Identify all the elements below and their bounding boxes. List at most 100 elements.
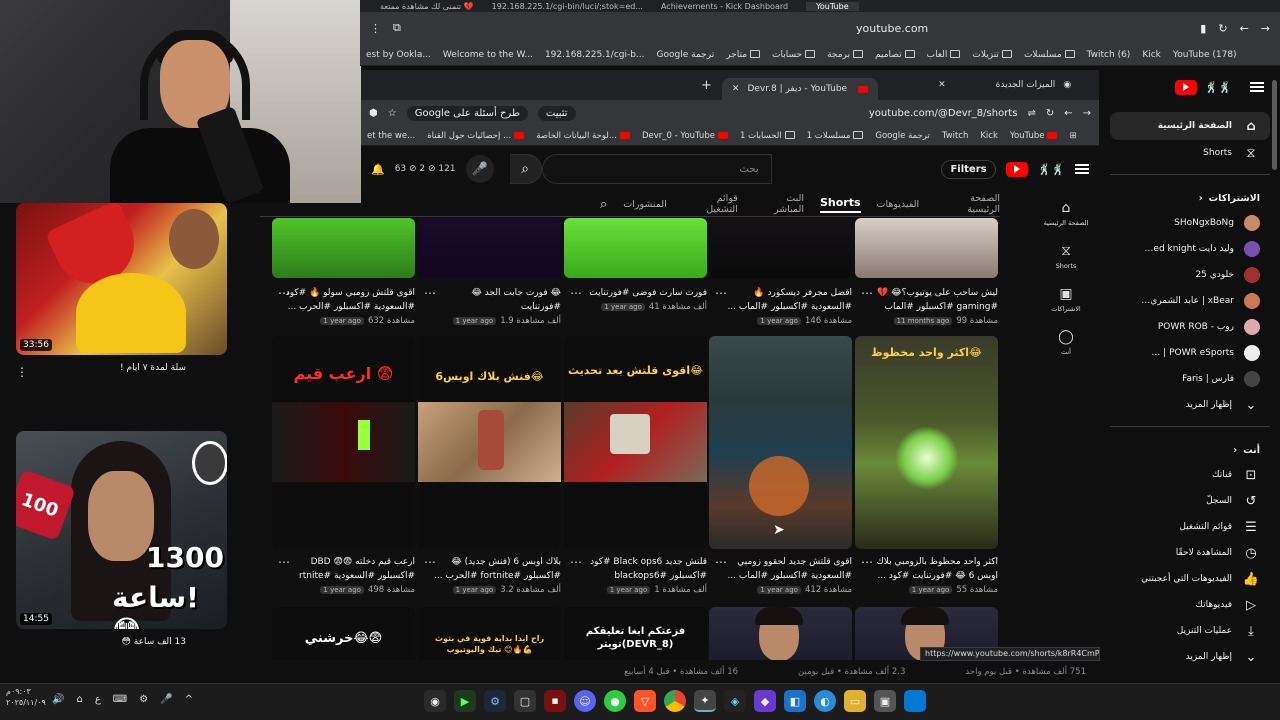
tab-live[interactable]: البث المباشر [754, 193, 804, 215]
bookmark-folder[interactable]: العاب [927, 50, 961, 60]
short-title[interactable]: فورت سارت فوضى #فورتنايت [564, 286, 707, 300]
discord-icon[interactable]: ☺ [574, 690, 596, 712]
bookmark-item[interactable]: Kick [980, 131, 998, 141]
search-input[interactable]: بحث [541, 154, 772, 184]
extensions-icon[interactable]: ⧉ [393, 21, 401, 35]
short-thumbnail[interactable]: ارعب قيم 😨 [272, 336, 415, 549]
short-title[interactable]: بلاك اوبس 6 (فنش جديد) 😂 [418, 555, 561, 569]
network-icon[interactable]: ⌂ [76, 694, 82, 705]
close-icon[interactable]: ✕ [938, 80, 946, 90]
tune-icon[interactable]: ⇌ [1027, 108, 1035, 119]
short-title[interactable]: اقوى قلتش جديد لحقوو زومبي [709, 555, 852, 569]
short-title[interactable]: 😂 فورت جابت الجد 😂 [418, 286, 561, 300]
short-title[interactable]: اوبس 6 😂 #فورتنايت #كود ... [855, 569, 998, 583]
bookmark-item[interactable]: Google ترجمة [657, 50, 715, 60]
short-item[interactable]: فزعتكم ابغا تعليقكم تويتر(DEVR_8) [564, 607, 707, 660]
app-icon[interactable]: ■ [544, 690, 566, 712]
bookmark-folder[interactable]: برمجة [827, 50, 864, 60]
short-item[interactable]: راح ابدا بداية قوية في بثوث تيك واليوتيو… [418, 607, 561, 660]
tab-shorts[interactable]: Shorts [819, 196, 861, 213]
bookmark-folder[interactable]: متاجر [726, 50, 761, 60]
outer-address-bar[interactable]: youtube.com [413, 22, 1188, 35]
youtube-logo-icon[interactable] [1174, 79, 1197, 95]
sidebar-item-liked[interactable]: 👍 الفيديوهات التي أعجبتني [1110, 566, 1270, 592]
sidebar-item-shorts[interactable]: ⧖ Shorts [1110, 140, 1270, 166]
short-item[interactable]: ⋯ اقوى قلتش زومبي سولو 🔥 #كود #السعودية … [272, 218, 415, 326]
sidebar-item-home[interactable]: ⌂ الصفحة الرئيسية [1110, 112, 1270, 140]
rail-item-shorts[interactable]: ⧖ Shorts [1056, 243, 1077, 270]
bookmark-item[interactable]: Twitch (6) [1087, 50, 1131, 60]
subscriptions-header[interactable]: الاشتراكات ‹ [1110, 183, 1270, 210]
tab-playlists[interactable]: قوائم التشغيل [683, 193, 738, 215]
video-thumbnail[interactable]: 100 1300 ساعة!😳 14:55 [16, 431, 227, 629]
bookmark-folder[interactable]: تنزيلات [972, 50, 1012, 60]
more-options-icon[interactable]: ⋯ [424, 555, 436, 569]
subscription-item[interactable]: خلودي 25 [1110, 262, 1270, 288]
short-thumbnail[interactable]: اقوى قلتش بعد تحديث😂 [564, 336, 707, 549]
app-icon[interactable]: ✦ [694, 690, 716, 712]
settings-icon[interactable]: ⚙ [139, 694, 148, 705]
app-icon[interactable]: ● [604, 690, 626, 712]
bookmark-item[interactable]: Kick [1142, 50, 1161, 60]
subscription-item[interactable]: فارس | Faris [1110, 366, 1270, 392]
bookmark-icon[interactable]: ▮ [1200, 22, 1206, 35]
clock[interactable]: ٠٩:٠٣م ٢٠٢٥/١١/٠٩ [6, 686, 46, 708]
bookmark-folder[interactable]: مسلسلات 1 [807, 131, 864, 141]
short-title[interactable]: #فورتنايت [418, 300, 561, 314]
video-title[interactable]: 13 الف ساعة 😳 [16, 637, 226, 647]
short-thumbnail[interactable]: خرشني😂😨 [272, 607, 415, 660]
file-explorer-icon[interactable]: ▭ [844, 690, 866, 712]
sidebar-item-downloads[interactable]: ⤓ عمليات التنزيل [1110, 618, 1270, 644]
rail-item-home[interactable]: ⌂ الصفحة الرئيسية [1044, 200, 1089, 227]
tab-videos[interactable]: الفيديوهات [877, 199, 920, 210]
new-tab-icon[interactable]: + [701, 78, 712, 93]
mic-icon[interactable]: 🎤 [465, 155, 494, 183]
short-title[interactable]: ارعب قيم دخلته 😨😨 DBD [272, 555, 415, 569]
short-title[interactable]: اقضل مجرفر ديسكورد 🔥 [709, 286, 852, 300]
rail-item-subscriptions[interactable]: ▣ الاشتراكات [1051, 286, 1081, 313]
short-thumbnail[interactable] [855, 218, 998, 278]
bookmark-folder[interactable]: حسابات [772, 50, 816, 60]
youtube-logo-icon[interactable] [1005, 161, 1028, 177]
close-icon[interactable]: ✕ [732, 84, 740, 94]
more-options-icon[interactable]: ⋯ [278, 555, 290, 569]
mic-icon[interactable]: 🎤 [160, 694, 172, 705]
more-options-icon[interactable]: ⋯ [570, 555, 582, 569]
short-item[interactable]: ⋯ 😂 فورت جابت الجد 😂 #فورتنايت 1 year ag… [418, 218, 561, 326]
short-item[interactable]: خرشني😂😨 [272, 607, 415, 660]
short-title[interactable]: #السعودية #اكسبلور #الماب ... [709, 569, 852, 583]
forward-icon[interactable]: → [1261, 22, 1270, 35]
short-thumbnail[interactable]: فزعتكم ابغا تعليقكم تويتر(DEVR_8) [564, 607, 707, 660]
bookmark-item[interactable]: et the we... [367, 131, 415, 141]
show-more-button[interactable]: ⌄ إظهار المزيد [1110, 644, 1270, 670]
brave-icon[interactable]: ▽ [634, 690, 656, 712]
video-title[interactable]: سلة لمدة ٧ ايام ! [16, 363, 226, 373]
outer-tab[interactable]: Achievements - Kick Dashboard [661, 2, 788, 11]
subscription-item[interactable]: روب - POWR ROB [1110, 314, 1270, 340]
shield-icon[interactable]: ⬢ [369, 108, 378, 119]
short-thumbnail[interactable] [272, 218, 415, 278]
short-item[interactable]: اكثر واحد مخظوظ😂 ⋯ اكثر واحد محظوظ بالزو… [855, 336, 998, 595]
back-icon[interactable]: ← [1240, 22, 1249, 35]
short-title[interactable]: اكثر واحد محظوظ بالزومبي بلاك [855, 555, 998, 569]
short-thumbnail[interactable] [709, 607, 852, 660]
subscription-item[interactable]: SHoNgxBoNg [1110, 210, 1270, 236]
subscription-item[interactable]: وليد دايت ed knight… [1110, 236, 1270, 262]
google-ask-button[interactable]: Google طرح أسئلة على [406, 105, 528, 121]
more-options-icon[interactable]: ⋯ [715, 555, 727, 569]
short-title[interactable]: #gaming #اكسبلور #الماب [855, 300, 998, 314]
bookmark-item[interactable]: YouTube [1010, 131, 1058, 141]
menu-icon[interactable] [1075, 164, 1089, 174]
more-options-icon[interactable]: ⋯ [861, 555, 873, 569]
short-thumbnail[interactable] [418, 218, 561, 278]
star-icon[interactable]: ☆ [388, 108, 397, 119]
short-item[interactable]: ⋯ ليش ساحب على يوتيوب؟😂 💔 #gaming #اكسبل… [855, 218, 998, 326]
show-more-button[interactable]: ⌄ إظهار المزيد [1110, 392, 1270, 418]
install-button[interactable]: تثبيت [537, 105, 576, 121]
sidebar-item-history[interactable]: ↺ السجلّ [1110, 488, 1270, 514]
short-item[interactable]: ارعب قيم 😨 ⋯ ارعب قيم دخلته 😨😨 DBD #اكسب… [272, 336, 415, 595]
tab-posts[interactable]: المنشورات [623, 199, 666, 210]
search-icon[interactable]: ⌕ [509, 154, 542, 184]
search-icon[interactable]: ⌕ [600, 197, 607, 212]
short-item[interactable] [709, 607, 852, 660]
